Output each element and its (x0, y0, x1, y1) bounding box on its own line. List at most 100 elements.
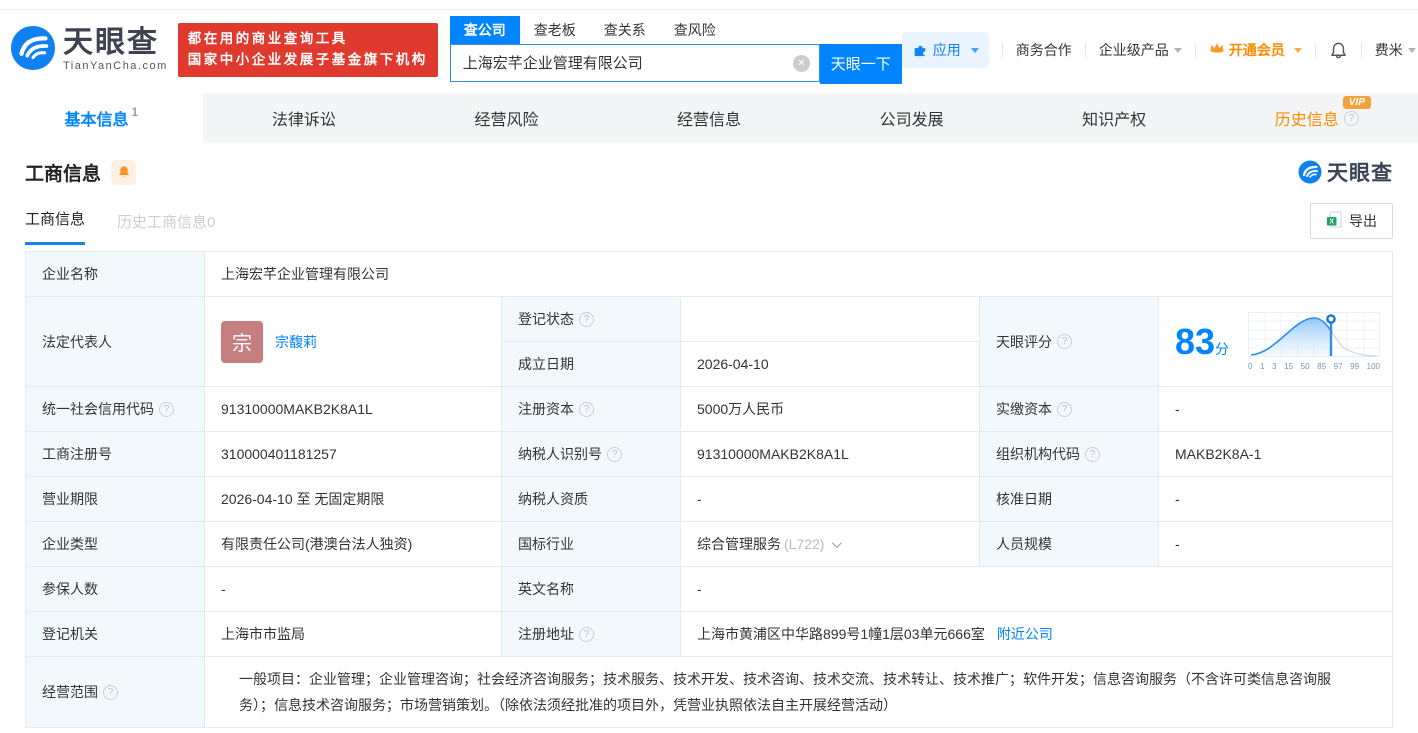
approval-date-value: - (1159, 477, 1392, 521)
brand-slogan: 都在用的商业查询工具 国家中小企业发展子基金旗下机构 (177, 23, 438, 77)
field-label: 组织机构代码 ? (980, 432, 1158, 476)
search-tabs: 查公司 查老板 查关系 查风险 (449, 15, 902, 44)
nearby-companies-link[interactable]: 附近公司 (997, 624, 1053, 644)
legal-rep-link[interactable]: 宗馥莉 (275, 332, 317, 352)
vip-label: 开通会员 (1228, 42, 1285, 58)
search-tab-company[interactable]: 查公司 (449, 15, 520, 44)
field-label: 营业期限 (26, 477, 204, 521)
help-icon[interactable]: ? (159, 401, 174, 417)
main-content: 工商信息 天眼查 工商信息 历史工商信息0 X 导出 企业名称 上海宏芊企业管理… (0, 143, 1418, 728)
subscribe-bell-button[interactable] (111, 159, 137, 185)
tab-basic-label: 基本信息 (64, 112, 129, 129)
tianyan-score-value[interactable]: 83分 0 1 3 15 50 85 97 99 100 (1159, 297, 1392, 386)
tab-history-info[interactable]: VIP 历史信息 ? (1215, 93, 1418, 143)
watermark-logo: 天眼查 (1298, 157, 1393, 187)
search-area: 查公司 查老板 查关系 查风险 ✕ 天眼一下 (449, 15, 902, 84)
help-icon[interactable]: ? (579, 311, 594, 327)
reg-capital-value: 5000万人民币 (681, 387, 979, 431)
help-icon[interactable]: ? (607, 446, 622, 462)
field-label: 统一社会信用代码 ? (26, 387, 204, 431)
business-info-subtabs: 工商信息 历史工商信息0 X 导出 (25, 203, 1393, 245)
business-term-value: 2026-04-10 至 无固定期限 (205, 477, 501, 521)
tab-intellectual-property[interactable]: 知识产权 (1013, 93, 1216, 143)
search-tab-boss[interactable]: 查老板 (520, 16, 590, 44)
search-tab-relation[interactable]: 查关系 (590, 16, 660, 44)
industry-code: (L722) (784, 536, 825, 552)
field-label: 法定代表人 (26, 297, 204, 386)
field-label: 天眼评分 ? (980, 297, 1158, 386)
legal-rep-value: 宗 宗馥莉 (205, 297, 501, 386)
help-icon[interactable]: ? (579, 626, 594, 642)
help-icon[interactable]: ? (1085, 446, 1100, 462)
user-menu[interactable]: 费米 (1375, 40, 1416, 60)
score-unit: 分 (1215, 340, 1230, 357)
enterprise-products-menu[interactable]: 企业级产品 (1099, 40, 1182, 60)
company-nav-tabs: 基本信息 1 法律诉讼 经营风险 经营信息 公司发展 知识产权 VIP 历史信息… (0, 93, 1418, 143)
puzzle-icon (912, 41, 928, 60)
taxpayer-id-value: 91310000MAKB2K8A1L (681, 432, 979, 476)
notification-bell-button[interactable] (1329, 41, 1348, 60)
chevron-down-icon (1173, 47, 1182, 53)
field-label: 登记状态 ? (502, 297, 680, 341)
username: 费米 (1374, 42, 1403, 58)
top-divider (0, 0, 1418, 10)
tab-legal-proceedings[interactable]: 法律诉讼 (203, 93, 406, 143)
search-input[interactable] (449, 43, 820, 82)
legal-rep-avatar[interactable]: 宗 (221, 320, 263, 363)
field-label: 登记机关 (26, 612, 204, 656)
industry-value: 综合管理服务 (L722) (681, 522, 979, 566)
export-label: 导出 (1349, 213, 1377, 229)
watermark-text: 天眼查 (1327, 162, 1393, 185)
tab-operating-risk[interactable]: 经营风险 (405, 93, 608, 143)
chevron-down-icon (1293, 47, 1302, 53)
field-label: 纳税人资质 (502, 477, 680, 521)
divider (1084, 42, 1086, 58)
score-number: 83 (1175, 320, 1216, 362)
help-icon[interactable]: ? (103, 684, 118, 700)
help-icon[interactable]: ? (1057, 401, 1072, 417)
tab-basic-count: 1 (131, 105, 139, 119)
tianyancha-company-page: 天眼查 TianYanCha.com 都在用的商业查询工具 国家中小企业发展子基… (0, 0, 1418, 733)
clear-search-icon[interactable]: ✕ (792, 54, 810, 72)
apps-menu[interactable]: 应用 (901, 32, 989, 68)
tab-operating-info[interactable]: 经营信息 (608, 93, 811, 143)
excel-icon: X (1326, 211, 1342, 231)
tab-company-development[interactable]: 公司发展 (810, 93, 1013, 143)
company-type-value: 有限责任公司(港澳台法人独资) (205, 522, 501, 566)
tianyancha-logo[interactable]: 天眼查 TianYanCha.com (10, 25, 168, 76)
divider (1314, 42, 1316, 58)
logo-text: 天眼查 (63, 26, 159, 59)
help-icon[interactable]: ? (1057, 334, 1072, 349)
svg-text:X: X (1329, 219, 1334, 226)
search-tab-risk[interactable]: 查风险 (660, 16, 730, 44)
field-label: 纳税人识别号 ? (502, 432, 680, 476)
company-name-value: 上海宏芊企业管理有限公司 (205, 252, 1392, 296)
subtab-business-info[interactable]: 工商信息 (25, 208, 86, 245)
help-icon[interactable]: ? (579, 401, 594, 417)
business-info-table: 企业名称 上海宏芊企业管理有限公司 法定代表人 宗 宗馥莉 登记状态 ? 成立日… (25, 251, 1393, 728)
insured-count-value: - (205, 567, 501, 611)
reg-number-value: 310000401181257 (205, 432, 501, 476)
apps-label: 应用 (932, 42, 961, 58)
field-label: 英文名称 (502, 567, 680, 611)
reg-status-value (681, 297, 979, 341)
open-vip-menu[interactable]: 开通会员 (1209, 40, 1302, 60)
tab-basic-info[interactable]: 基本信息 1 (0, 93, 203, 143)
chevron-down-icon[interactable] (832, 537, 843, 548)
slogan-line1: 都在用的商业查询工具 (187, 31, 348, 47)
business-scope-value: 一般项目：企业管理；企业管理咨询；社会经济咨询服务；技术服务、技术开发、技术咨询… (205, 657, 1392, 727)
score-curve-chart: 01 3 15 50 85 97 99 100 (1248, 312, 1382, 371)
business-coop-link[interactable]: 商务合作 (1016, 40, 1072, 60)
score-axis-ticks: 01 3 15 50 85 97 99 100 (1248, 362, 1380, 371)
vip-badge: VIP (1342, 96, 1371, 109)
staff-size-value: - (1159, 522, 1392, 566)
help-icon[interactable]: ? (1343, 110, 1359, 126)
export-button[interactable]: X 导出 (1310, 203, 1393, 239)
org-code-value: MAKB2K8A-1 (1159, 432, 1392, 476)
search-button[interactable]: 天眼一下 (819, 43, 902, 84)
taxpayer-qualification-value: - (681, 477, 979, 521)
subtab-history-business-info[interactable]: 历史工商信息0 (117, 211, 215, 245)
establish-date-value: 2026-04-10 (681, 342, 979, 386)
field-label: 国标行业 (502, 522, 680, 566)
field-label: 企业类型 (26, 522, 204, 566)
